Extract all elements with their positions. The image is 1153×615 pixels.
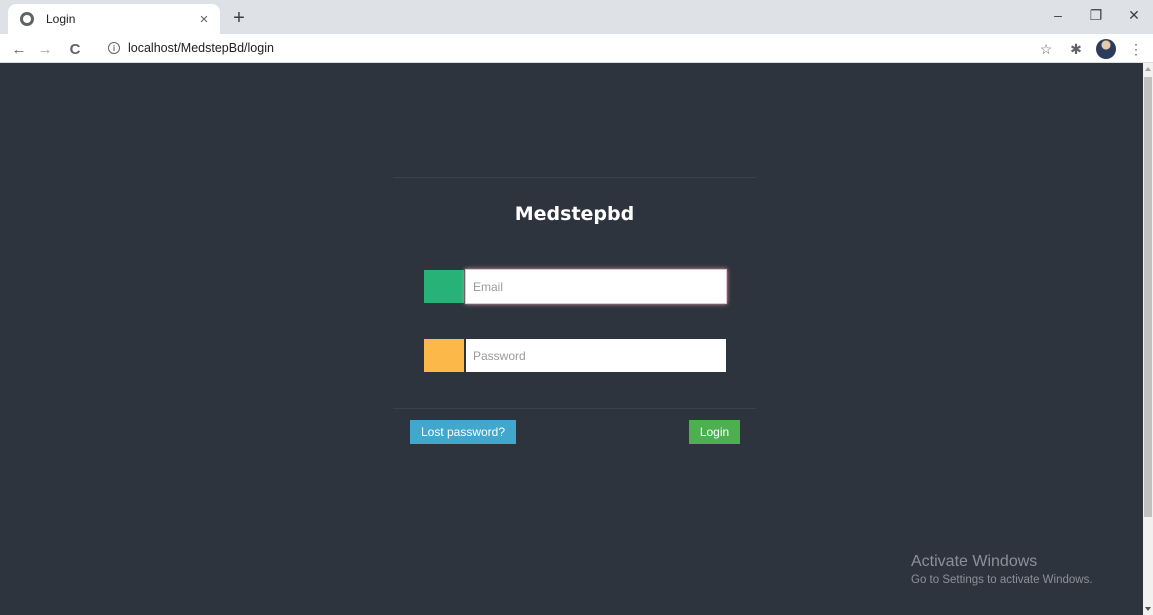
page-viewport: Medstepbd Lost password? Login Activate … — [0, 63, 1143, 615]
window-controls: – ❐ ✕ — [1039, 0, 1153, 30]
password-addon — [424, 339, 464, 372]
tab-title: Login — [46, 12, 76, 26]
close-tab-icon[interactable]: × — [196, 11, 212, 27]
close-window-button[interactable]: ✕ — [1115, 0, 1153, 30]
scroll-down-icon[interactable] — [1145, 607, 1151, 611]
brand-title: Medstepbd — [514, 203, 635, 225]
toolbar-actions: ☆ ✱ ⋮ — [1027, 38, 1147, 60]
form-divider-bottom — [393, 408, 756, 409]
scroll-up-icon[interactable] — [1145, 67, 1151, 71]
extensions-icon[interactable]: ✱ — [1065, 38, 1087, 60]
restore-button[interactable]: ❐ — [1077, 0, 1115, 30]
tab-login[interactable]: Login × — [8, 4, 220, 34]
lost-password-button[interactable]: Lost password? — [410, 420, 516, 444]
browser-toolbar: ← → C i localhost/MedstepBd/login ☆ ✱ ⋮ — [0, 34, 1153, 63]
login-button[interactable]: Login — [689, 420, 740, 444]
tab-strip: Login × + – ❐ ✕ — [0, 0, 1153, 34]
activate-windows-watermark: Activate Windows Go to Settings to activ… — [911, 553, 1093, 586]
email-row — [424, 270, 726, 303]
email-input[interactable] — [466, 270, 726, 303]
email-addon — [424, 270, 464, 303]
address-bar[interactable]: i localhost/MedstepBd/login — [96, 36, 1066, 60]
scroll-thumb[interactable] — [1144, 77, 1152, 517]
page-scrollbar[interactable] — [1143, 63, 1153, 615]
url-text: localhost/MedstepBd/login — [128, 41, 274, 55]
back-button[interactable]: ← — [8, 38, 30, 60]
password-input[interactable] — [466, 339, 726, 372]
activate-title: Activate Windows — [911, 553, 1038, 570]
globe-icon — [20, 12, 34, 26]
info-icon[interactable]: i — [108, 42, 120, 54]
minimize-button[interactable]: – — [1039, 0, 1077, 30]
avatar — [1096, 39, 1116, 59]
profile-avatar[interactable] — [1095, 38, 1117, 60]
bookmark-star-icon[interactable]: ☆ — [1035, 38, 1057, 60]
form-divider-top — [393, 177, 756, 178]
new-tab-button[interactable]: + — [228, 7, 250, 29]
forward-button[interactable]: → — [34, 38, 56, 60]
reload-button[interactable]: C — [64, 38, 86, 60]
activate-subtitle: Go to Settings to activate Windows. — [911, 574, 1093, 586]
password-row — [424, 339, 726, 372]
menu-icon[interactable]: ⋮ — [1125, 38, 1147, 60]
